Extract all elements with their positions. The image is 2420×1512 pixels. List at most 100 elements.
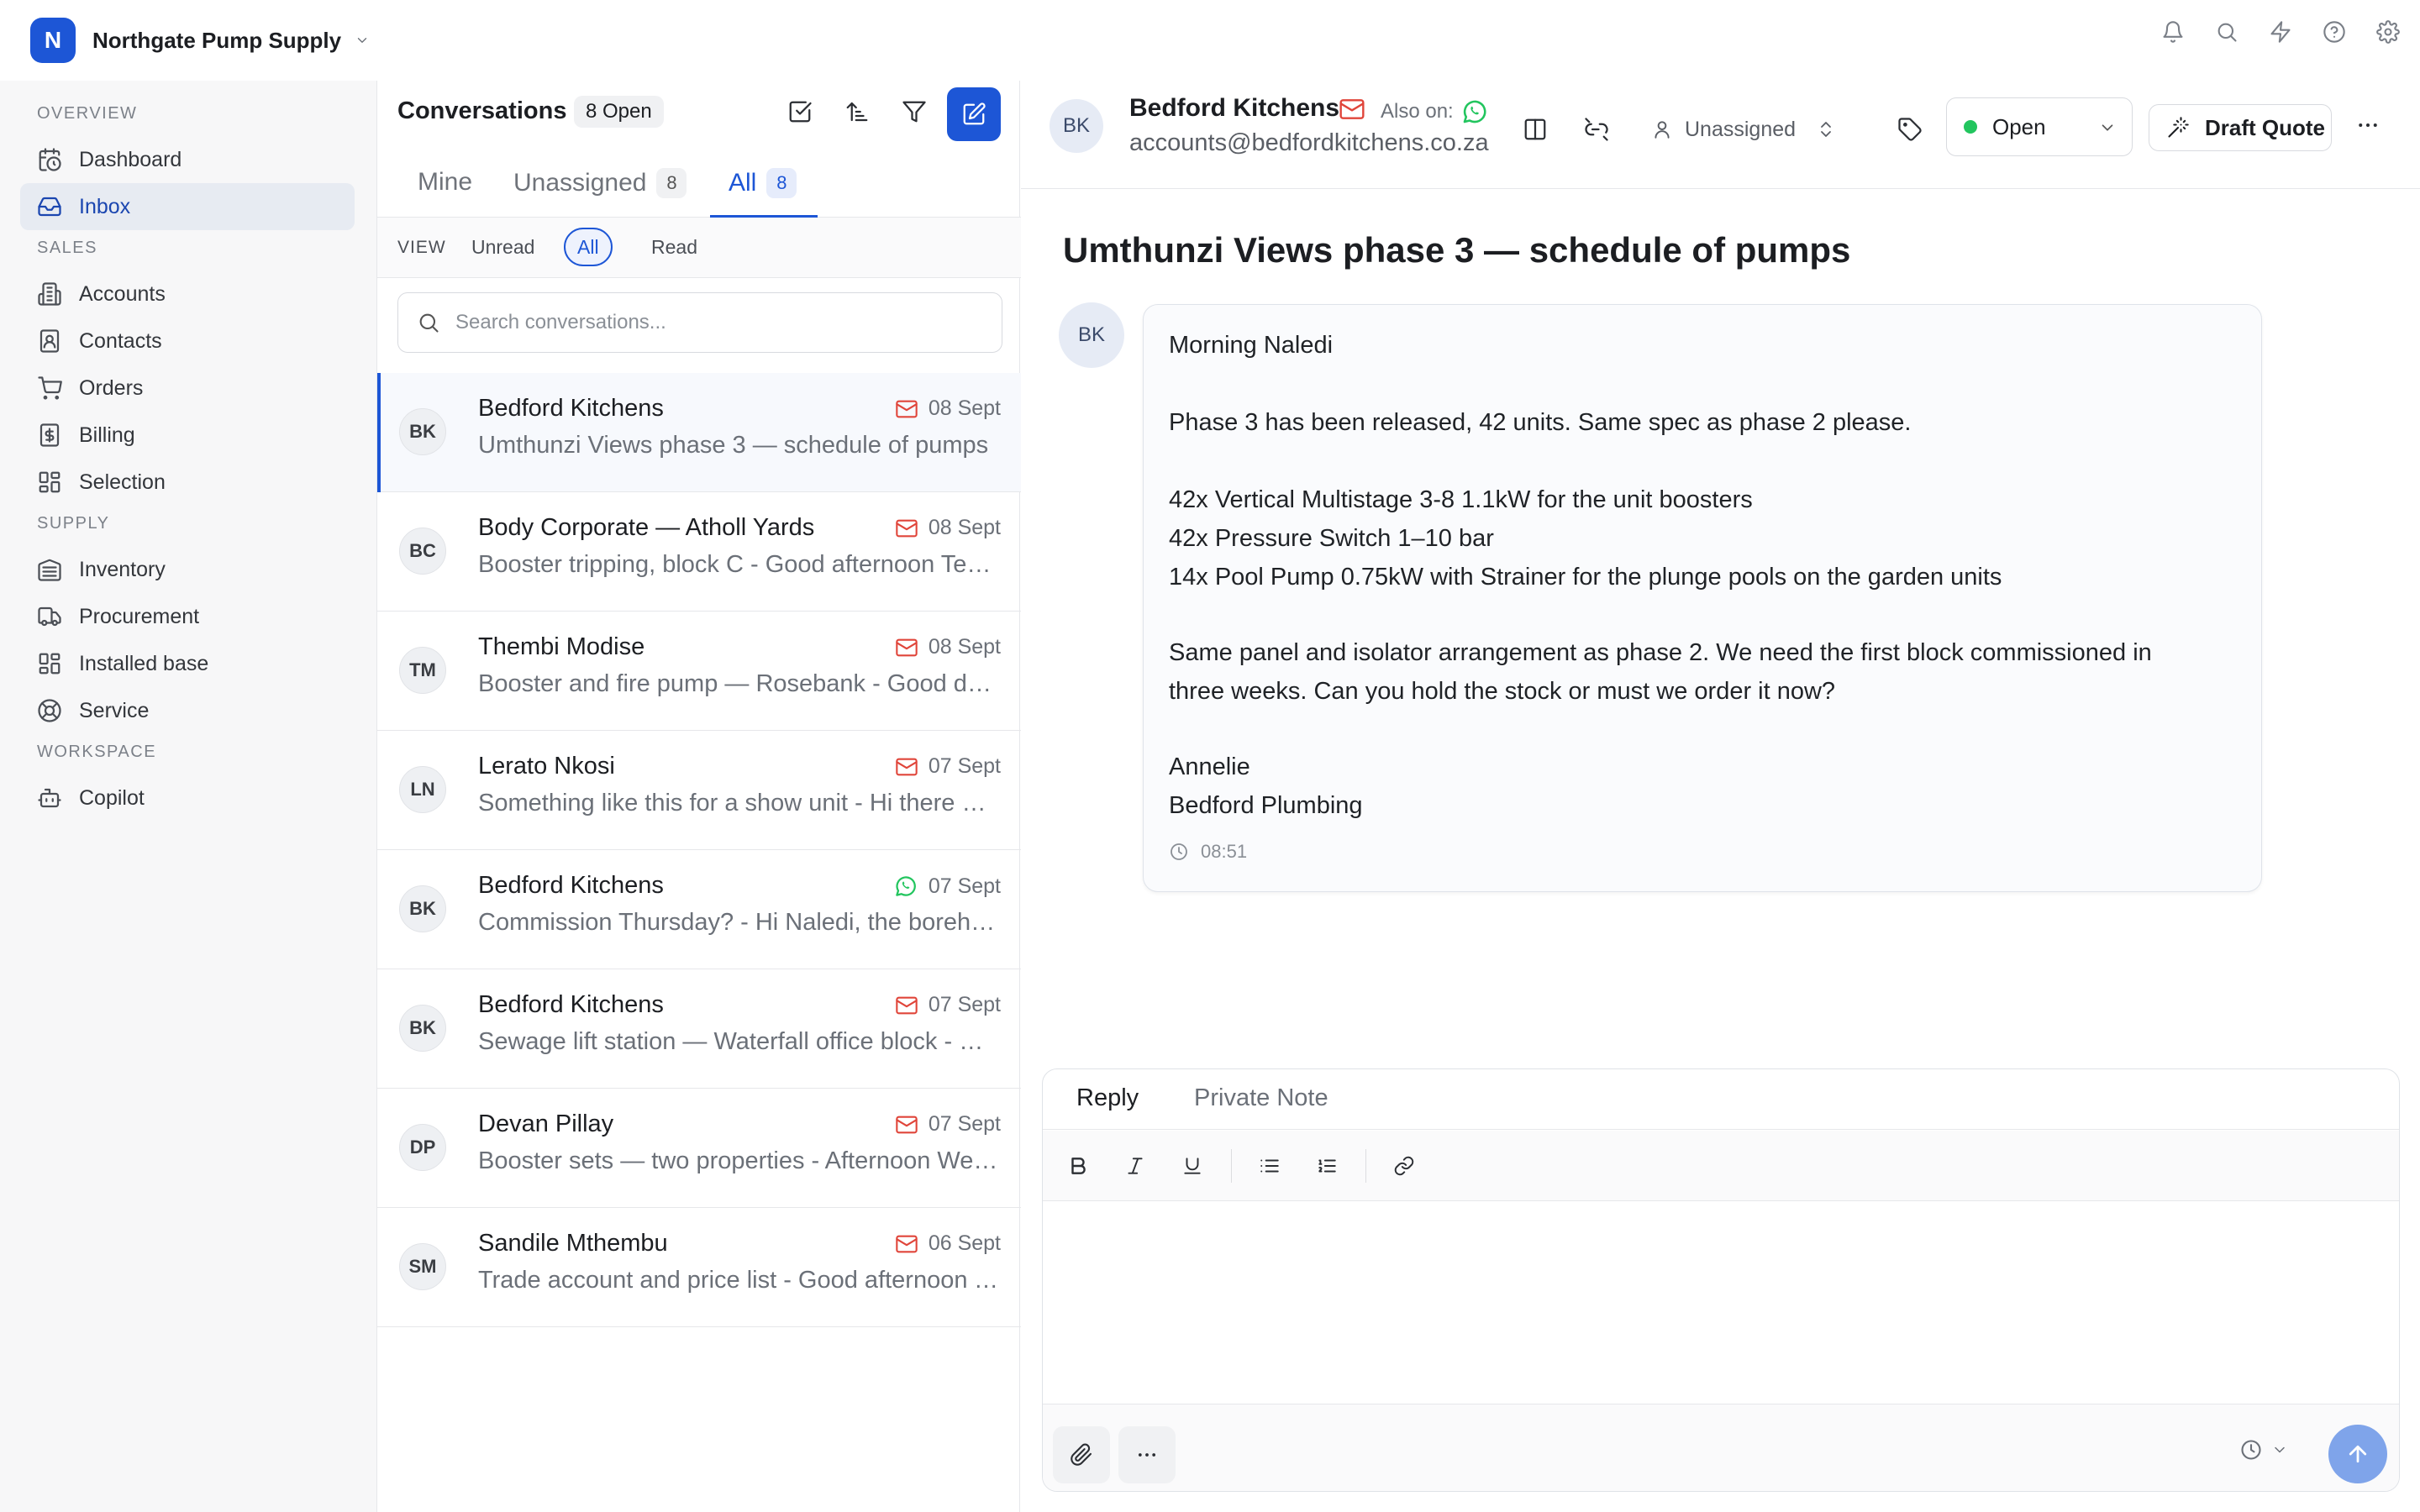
email-icon: [895, 994, 918, 1017]
conversation-preview: Trade account and price list - Good afte…: [478, 1267, 999, 1294]
avatar: LN: [399, 766, 446, 813]
date-text: 07 Sept: [928, 874, 1001, 898]
sidebar-item-accounts[interactable]: Accounts: [20, 270, 355, 318]
conversation-row[interactable]: BC Body Corporate — Atholl Yards 08 Sept…: [377, 492, 1021, 612]
workspace-name: Northgate Pump Supply: [92, 27, 342, 53]
conversation-date: 08 Sept: [895, 516, 1001, 540]
send-button[interactable]: [2328, 1425, 2387, 1483]
panel-title: Conversations: [397, 97, 567, 124]
sidebar-item-label: Installed base: [79, 651, 209, 675]
conversation-row[interactable]: DP Devan Pillay 07 Sept Booster sets — t…: [377, 1089, 1021, 1208]
reply-editor[interactable]: [1043, 1202, 2399, 1404]
tab-private-note[interactable]: Private Note: [1194, 1084, 1328, 1112]
whatsapp-icon[interactable]: [1460, 97, 1489, 126]
bold-icon[interactable]: [1061, 1149, 1095, 1183]
conversation-row[interactable]: SM Sandile Mthembu 06 Sept Trade account…: [377, 1208, 1021, 1327]
avatar: BK: [399, 408, 446, 455]
view-unread[interactable]: Unread: [460, 228, 546, 266]
status-value: Open: [1992, 113, 2046, 139]
contact-name: Lerato Nkosi: [478, 753, 615, 780]
link-icon[interactable]: [1580, 113, 1613, 146]
message-line: 14x Pool Pump 0.75kW with Strainer for t…: [1169, 564, 2002, 591]
view-all[interactable]: All: [564, 228, 613, 266]
assignee-select[interactable]: Unassigned: [1651, 109, 1848, 150]
status-select[interactable]: Open: [1946, 97, 2133, 156]
sidebar-item-selection[interactable]: Selection: [20, 459, 355, 506]
select-checkbox-icon[interactable]: [782, 94, 818, 129]
contact-card-icon: [39, 329, 60, 353]
sidebar-item-label: Billing: [79, 423, 135, 447]
conversation-row[interactable]: BK Bedford Kitchens 08 Sept Umthunzi Vie…: [377, 373, 1021, 492]
date-text: 08 Sept: [928, 635, 1001, 659]
schedule-send-button[interactable]: [2239, 1438, 2288, 1462]
sidebar-item-billing[interactable]: Billing: [20, 412, 355, 459]
compose-button[interactable]: [947, 87, 1001, 141]
conversation-row[interactable]: BK Bedford Kitchens 07 Sept Sewage lift …: [377, 969, 1021, 1089]
underline-icon[interactable]: [1176, 1149, 1209, 1183]
help-icon[interactable]: [2321, 18, 2348, 45]
sidebar-item-inventory[interactable]: Inventory: [20, 546, 355, 593]
conversation-row[interactable]: BK Bedford Kitchens 07 Sept Commission T…: [377, 850, 1021, 969]
numbered-list-icon[interactable]: [1310, 1149, 1344, 1183]
sidebar-item-procurement[interactable]: Procurement: [20, 593, 355, 640]
email-icon: [895, 1113, 918, 1137]
tab-all[interactable]: All 8: [729, 168, 797, 198]
sidebar-item-dashboard[interactable]: Dashboard: [20, 136, 355, 183]
email-icon: [895, 636, 918, 659]
conversation-subject: Umthunzi Views phase 3 — schedule of pum…: [1063, 230, 1851, 270]
chevron-down-icon: [2271, 1441, 2288, 1458]
conversation-list-panel: Conversations 8 Open Mine Unassigned 8 Al…: [376, 81, 1021, 1512]
view-read[interactable]: Read: [639, 228, 709, 266]
inbox-icon: [38, 197, 61, 217]
italic-icon[interactable]: [1118, 1149, 1152, 1183]
contact-name: Bedford Kitchens: [478, 872, 664, 899]
contact-email: accounts@bedfordkitchens.co.za: [1129, 129, 1489, 156]
bot-icon: [38, 788, 61, 808]
attach-icon[interactable]: [1053, 1426, 1110, 1483]
sidebar-item-orders[interactable]: Orders: [20, 365, 355, 412]
tab-reply[interactable]: Reply: [1076, 1084, 1139, 1112]
message-line: Phase 3 has been released, 42 units. Sam…: [1169, 409, 1912, 436]
search-icon[interactable]: [2213, 18, 2240, 45]
workspace-switcher[interactable]: N Northgate Pump Supply: [30, 17, 370, 64]
conversation-row[interactable]: LN Lerato Nkosi 07 Sept Something like t…: [377, 731, 1021, 850]
message-line: 42x Vertical Multistage 3-8 1.1kW for th…: [1169, 486, 1753, 513]
sidebar-item-copilot[interactable]: Copilot: [20, 774, 355, 822]
composer-tabs: Reply Private Note: [1043, 1069, 2399, 1130]
sidebar-item-label: Inbox: [79, 194, 131, 218]
more-options-icon[interactable]: [1118, 1426, 1176, 1483]
tag-icon[interactable]: [1893, 113, 1927, 146]
sidebar-item-label: Orders: [79, 375, 144, 400]
tab-mine[interactable]: Mine: [418, 168, 472, 197]
search-input[interactable]: [455, 311, 960, 334]
sidebar-item-inbox[interactable]: Inbox: [20, 183, 355, 230]
settings-icon[interactable]: [2375, 18, 2402, 45]
grid-icon: [39, 653, 60, 675]
sidebar-item-contacts[interactable]: Contacts: [20, 318, 355, 365]
tab-unassigned[interactable]: Unassigned 8: [513, 168, 687, 198]
filter-icon[interactable]: [897, 94, 932, 129]
lightning-icon[interactable]: [2267, 18, 2294, 45]
email-icon: [895, 517, 918, 540]
conversation-preview: Umthunzi Views phase 3 — schedule of pum…: [478, 432, 989, 459]
warehouse-icon: [38, 559, 61, 581]
sidebar-item-installed-base[interactable]: Installed base: [20, 640, 355, 687]
contact-name: Bedford Kitchens: [478, 395, 664, 422]
sidebar-item-label: Copilot: [79, 785, 145, 810]
contact-name[interactable]: Bedford Kitchens: [1129, 94, 1339, 123]
more-options-icon[interactable]: [2355, 113, 2381, 138]
draft-quote-button[interactable]: Draft Quote: [2149, 104, 2332, 151]
conversation-list: BK Bedford Kitchens 08 Sept Umthunzi Vie…: [377, 373, 1021, 1327]
panel-toggle-icon[interactable]: [1518, 113, 1552, 146]
bell-icon[interactable]: [2160, 18, 2186, 45]
formatting-toolbar: [1043, 1131, 2399, 1201]
composer-footer: [1043, 1404, 2399, 1491]
arrow-up-icon: [2349, 1445, 2367, 1463]
avatar: SM: [399, 1243, 446, 1290]
sidebar-item-service[interactable]: Service: [20, 687, 355, 734]
bullet-list-icon[interactable]: [1253, 1149, 1286, 1183]
link-icon[interactable]: [1387, 1149, 1421, 1183]
calendar-clock-icon: [39, 148, 61, 171]
conversation-row[interactable]: TM Thembi Modise 08 Sept Booster and fir…: [377, 612, 1021, 731]
sort-icon[interactable]: [839, 94, 875, 129]
